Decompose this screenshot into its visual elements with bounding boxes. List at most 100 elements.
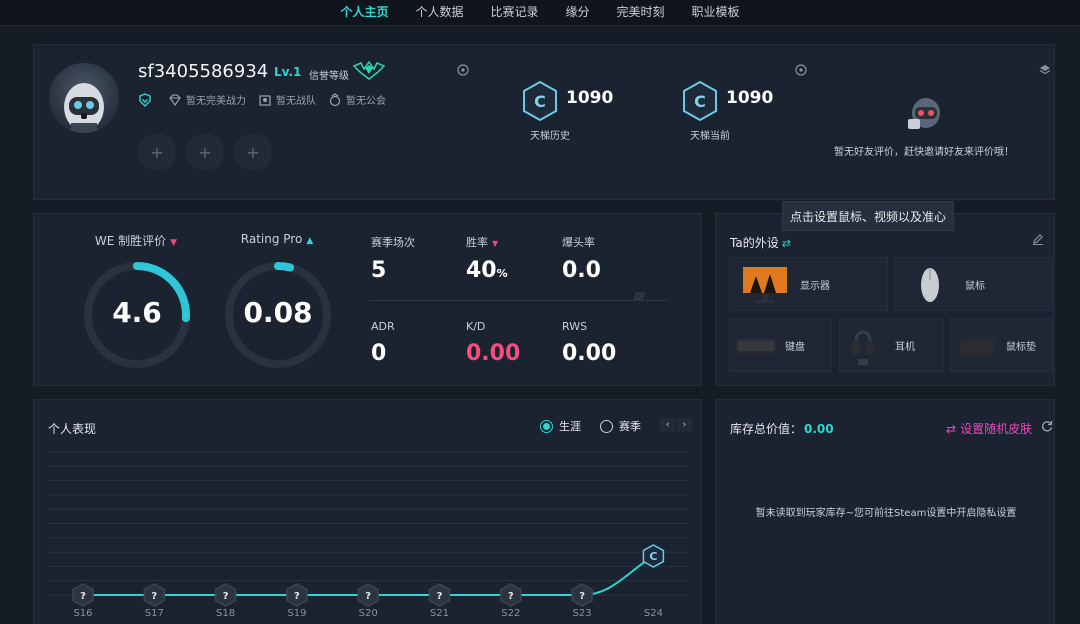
team-icon	[259, 94, 271, 106]
data-label: ?	[151, 591, 157, 602]
tab-personal-data[interactable]: 个人数据	[415, 3, 463, 23]
performance-title: 个人表现	[48, 422, 97, 436]
tab-pro-templates[interactable]: 职业模板	[692, 3, 740, 23]
mascot-icon	[908, 98, 940, 129]
guild-icon	[329, 92, 341, 106]
data-label: ?	[223, 591, 229, 602]
avatar[interactable]	[49, 63, 119, 133]
add-medal-slot[interactable]: +	[138, 133, 176, 171]
inventory-value: 0.00	[804, 422, 834, 436]
we-rating-value: 4.6	[112, 296, 162, 329]
shuffle-icon[interactable]: ⇄	[782, 237, 791, 250]
stat-headshot-rate: 爆头率 0.0	[562, 234, 601, 283]
credit-level-icon[interactable]	[352, 60, 386, 80]
data-label: ?	[579, 591, 585, 602]
refresh-icon[interactable]	[1041, 420, 1053, 432]
data-label: ?	[294, 591, 300, 602]
x-tick-label: S21	[430, 608, 449, 619]
data-label: ?	[80, 591, 86, 602]
x-tick-label: S22	[501, 608, 520, 619]
friend-review: 暂无好友评价，赶快邀请好友来评价哦！	[824, 95, 1024, 158]
gear-monitor[interactable]: 显示器	[729, 257, 888, 311]
stat-value: 0	[371, 341, 387, 366]
x-tick-label: S20	[359, 608, 378, 619]
x-tick-label: S24	[644, 608, 663, 619]
avatar-image	[64, 83, 104, 133]
random-skin-button[interactable]: ⇄ 设置随机皮肤	[946, 420, 1032, 437]
ladder-current-caption: 天梯当前	[690, 131, 730, 142]
badge-label: 暂无战队	[276, 96, 316, 107]
radio-season[interactable]: 赛季	[600, 418, 641, 434]
gear-label: 耳机	[895, 341, 915, 353]
stat-kd: K/D 0.00	[466, 320, 520, 366]
radio-label: 生涯	[559, 420, 581, 433]
tab-perfect-moments[interactable]: 完美时刻	[617, 3, 665, 23]
rank-c-icon: C	[683, 81, 717, 121]
gear-title: Ta的外设 ⇄	[730, 236, 791, 250]
we-rating-label[interactable]: WE 制胜评价 ▼	[76, 232, 196, 249]
divider	[369, 300, 669, 301]
x-tick-label: S18	[216, 608, 235, 619]
radio-career[interactable]: 生涯	[540, 418, 581, 434]
mouse-icon	[921, 268, 939, 302]
diamond-icon	[169, 93, 181, 106]
add-medal-slot[interactable]: +	[186, 133, 224, 171]
gear-keyboard[interactable]: 键盘	[729, 318, 832, 372]
stat-label: 胜率 ▼	[466, 236, 499, 249]
radio-label: 赛季	[619, 420, 641, 433]
gear-mousepad[interactable]: 鼠标垫	[950, 318, 1053, 372]
tab-match-record[interactable]: 比赛记录	[490, 3, 538, 23]
shield-icon	[139, 92, 151, 107]
keyboard-icon	[736, 339, 776, 353]
tab-profile[interactable]: 个人主页	[340, 3, 388, 23]
ladder-history-value: 1090	[566, 88, 614, 108]
badge-anti-cheat[interactable]	[138, 92, 156, 107]
gear-label: 键盘	[785, 341, 805, 353]
season-pager: ‹ ›	[660, 418, 692, 432]
headset-icon	[852, 330, 874, 365]
next-button[interactable]: ›	[677, 418, 692, 432]
stat-value: 40%	[466, 258, 508, 283]
badge-row: 暂无完美战力 暂无战队 暂无公会	[138, 92, 392, 107]
x-tick-label: S17	[145, 608, 164, 619]
performance-chart: ? S16? S17? S18? S19? S20? S21? S22? S23 C S24	[48, 451, 688, 619]
stat-value: 5	[371, 258, 387, 283]
rank-c-icon: C	[523, 81, 557, 121]
add-medal-slot[interactable]: +	[234, 133, 272, 171]
rank-letter: C	[694, 92, 706, 111]
edit-icon[interactable]	[1032, 233, 1044, 245]
info-icon[interactable]	[795, 64, 807, 76]
data-label: ?	[508, 591, 514, 602]
gear-tooltip: 点击设置鼠标、视频以及准心	[782, 201, 954, 231]
data-label: ?	[365, 591, 371, 602]
stat-value: 0.00	[562, 341, 617, 366]
badge-guild[interactable]: 暂无公会	[328, 92, 386, 107]
shuffle-icon: ⇄	[946, 421, 957, 436]
gear-headset[interactable]: 耳机	[839, 318, 944, 372]
x-tick-label: S16	[73, 608, 92, 619]
tab-fate[interactable]: 缘分	[566, 3, 590, 23]
random-skin-label: 设置随机皮肤	[960, 422, 1033, 436]
credit-level-label: 信誉等级	[309, 71, 349, 82]
stat-label: RWS	[562, 320, 588, 333]
stat-label: ADR	[371, 320, 395, 333]
gear-card: Ta的外设 ⇄ 显示器 鼠标 键盘 耳机 鼠标垫	[715, 213, 1055, 386]
gear-label: 鼠标	[965, 280, 985, 292]
badge-perfect-power[interactable]: 暂无完美战力	[168, 92, 246, 107]
gear-label: 显示器	[800, 280, 830, 292]
prev-button[interactable]: ‹	[660, 418, 675, 432]
layers-icon[interactable]	[1039, 64, 1051, 76]
radio-dot	[540, 419, 553, 433]
stat-rws: RWS 0.00	[562, 320, 616, 366]
rank-letter: C	[534, 92, 546, 111]
info-icon[interactable]	[457, 64, 469, 76]
stat-adr: ADR 0	[371, 320, 395, 366]
badge-team[interactable]: 暂无战队	[258, 92, 316, 107]
inventory-empty-message: 暂未读取到玩家库存~您可前往Steam设置中开启隐私设置	[755, 508, 1017, 519]
badge-label: 暂无公会	[346, 96, 386, 107]
data-label: ?	[437, 591, 443, 602]
top-navigation: 个人主页 个人数据 比赛记录 缘分 完美时刻 职业模板	[0, 0, 1080, 26]
stat-value: 0.0	[562, 258, 601, 283]
rating-pro-label[interactable]: Rating Pro ▲	[217, 232, 337, 246]
gear-mouse[interactable]: 鼠标	[894, 257, 1053, 311]
